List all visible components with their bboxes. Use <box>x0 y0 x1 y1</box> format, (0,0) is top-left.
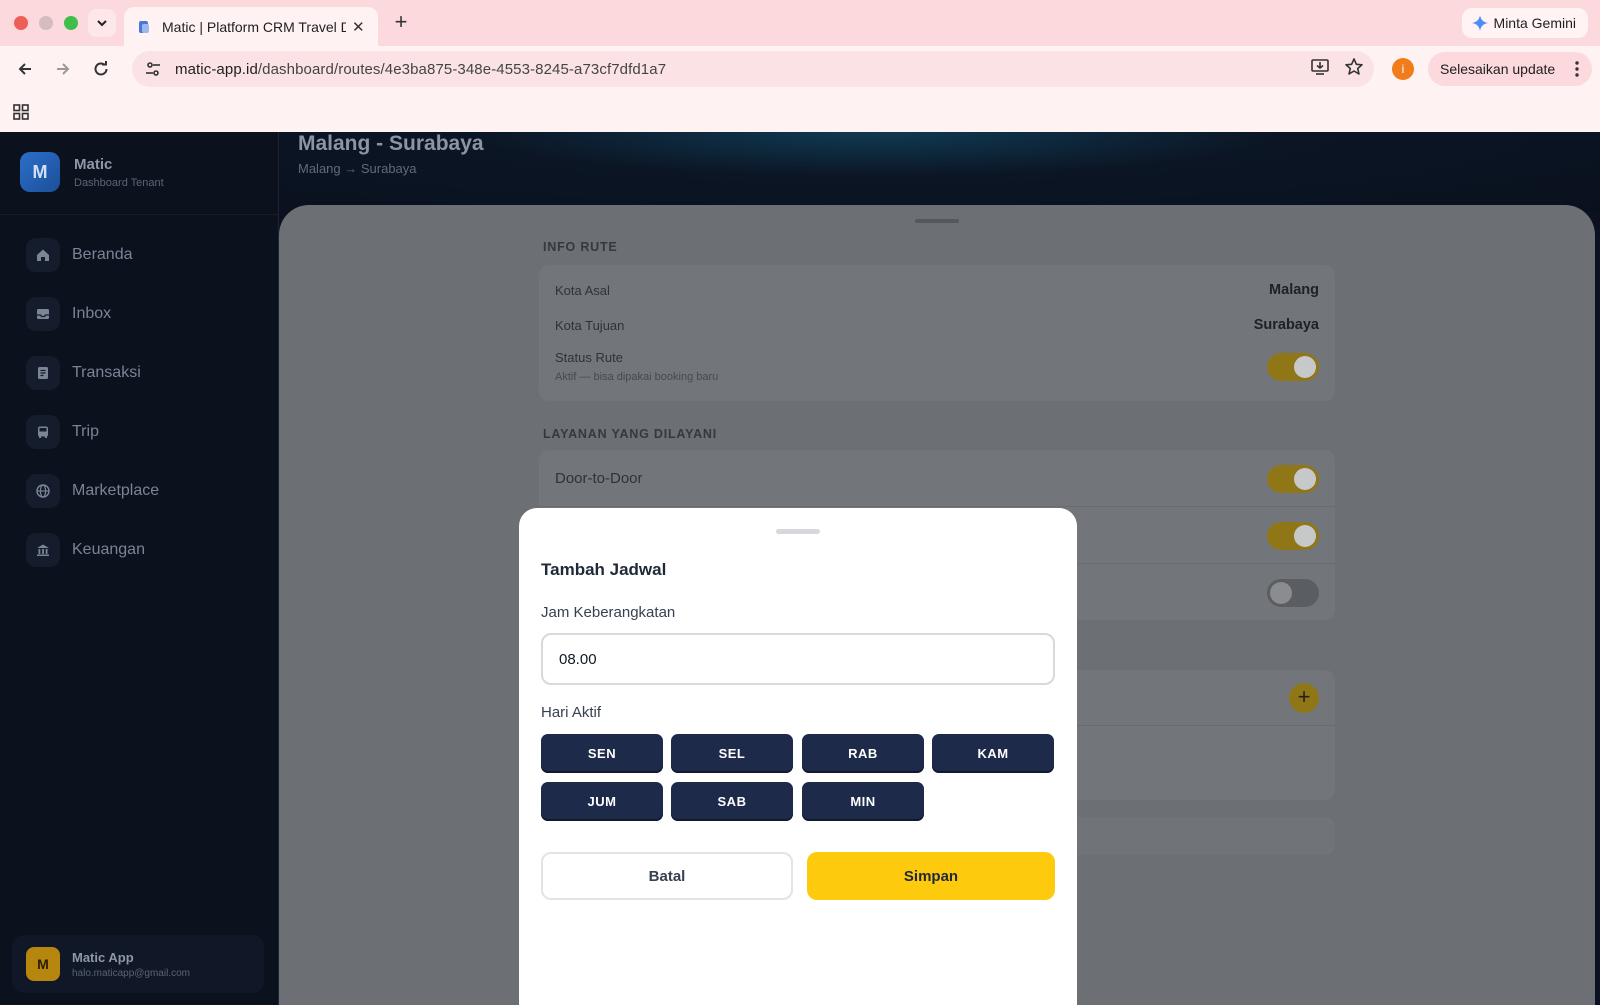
address-bar[interactable]: matic-app.id/dashboard/routes/4e3ba875-3… <box>132 51 1374 87</box>
sidebar-item-inbox[interactable]: Inbox <box>26 297 111 331</box>
gemini-sparkle-icon <box>1471 15 1488 31</box>
brand-logo: M <box>20 152 60 192</box>
site-settings-icon[interactable] <box>144 60 162 78</box>
browser-toolbar: matic-app.id/dashboard/routes/4e3ba875-3… <box>0 46 1600 92</box>
status-rute-hint: Aktif — bisa dipakai booking baru <box>555 371 719 383</box>
day-toggle-rab[interactable]: RAB <box>802 734 924 773</box>
service-door-to-door-label: Door-to-Door <box>555 470 643 487</box>
bus-icon <box>26 415 60 449</box>
bookmarks-bar <box>0 92 1600 132</box>
gemini-label: Minta Gemini <box>1493 15 1576 31</box>
save-button[interactable]: Simpan <box>807 852 1055 900</box>
arrow-left-icon <box>18 63 31 75</box>
day-toggle-kam[interactable]: KAM <box>932 734 1054 773</box>
chevron-down-icon <box>97 20 107 27</box>
tab-search-button[interactable] <box>88 9 116 37</box>
service-toggle-1[interactable] <box>1267 465 1319 493</box>
day-toggle-sen[interactable]: SEN <box>541 734 663 773</box>
row-divider <box>539 506 1335 507</box>
avatar: M <box>26 947 60 981</box>
day-toggle-sel[interactable]: SEL <box>671 734 793 773</box>
add-schedule-modal: Tambah Jadwal Jam Keberangkatan Hari Akt… <box>519 508 1077 1005</box>
brand-subtitle: Dashboard Tenant <box>74 176 164 189</box>
inbox-icon <box>26 297 60 331</box>
modal-drag-handle[interactable] <box>776 529 820 534</box>
sidebar: M Matic Dashboard Tenant Beranda Inbox T… <box>0 132 279 1005</box>
day-toggle-min[interactable]: MIN <box>802 782 924 821</box>
departure-time-input[interactable] <box>541 633 1055 685</box>
section-title-info-rute: INFO RUTE <box>543 240 618 254</box>
sidebar-item-label: Inbox <box>72 305 112 322</box>
tab-title: Matic | Platform CRM Travel D <box>162 18 346 35</box>
gemini-button[interactable]: Minta Gemini <box>1461 8 1588 38</box>
sidebar-item-label: Keuangan <box>72 541 145 558</box>
sidebar-item-label: Marketplace <box>72 482 160 499</box>
close-window-button[interactable] <box>14 16 28 30</box>
service-toggle-3[interactable] <box>1267 579 1319 607</box>
sidebar-item-transaksi[interactable]: Transaksi <box>26 356 141 390</box>
kota-asal-label: Kota Asal <box>555 283 610 298</box>
update-button[interactable]: Selesaikan update <box>1428 52 1592 86</box>
browser-tab-bar: Matic | Platform CRM Travel D ✕ + Minta … <box>0 0 1600 46</box>
sidebar-item-trip[interactable]: Trip <box>26 415 99 449</box>
profile-avatar-icon[interactable]: i <box>1392 58 1414 80</box>
back-button[interactable] <box>11 55 39 83</box>
info-rute-card: Kota Asal Malang Kota Tujuan Surabaya St… <box>539 265 1335 401</box>
sidebar-item-beranda[interactable]: Beranda <box>26 238 133 272</box>
globe-icon <box>26 474 60 508</box>
user-email: halo.maticapp@gmail.com <box>72 967 190 979</box>
day-toggle-jum[interactable]: JUM <box>541 782 663 821</box>
site-favicon-icon <box>136 19 152 35</box>
install-app-icon[interactable] <box>1310 57 1330 77</box>
url-text: matic-app.id/dashboard/routes/4e3ba875-3… <box>175 60 667 78</box>
tab-close-icon[interactable]: ✕ <box>352 18 365 36</box>
kota-tujuan-label: Kota Tujuan <box>555 318 625 333</box>
sheet-drag-handle[interactable] <box>915 219 959 223</box>
receipt-icon <box>26 356 60 390</box>
modal-title: Tambah Jadwal <box>541 560 667 579</box>
home-icon <box>26 238 60 272</box>
new-tab-button[interactable]: + <box>388 10 414 36</box>
kota-tujuan-value: Surabaya <box>1253 317 1319 333</box>
sidebar-item-keuangan[interactable]: Keuangan <box>26 533 145 567</box>
breadcrumb: Malang → Surabaya <box>298 161 417 176</box>
page-title: Malang - Surabaya <box>298 132 484 155</box>
add-schedule-button[interactable]: + <box>1289 683 1319 713</box>
brand-name: Matic <box>74 155 113 173</box>
bookmark-star-icon[interactable] <box>1344 57 1364 77</box>
app-viewport: M Matic Dashboard Tenant Beranda Inbox T… <box>0 132 1600 1005</box>
day-toggle-sab[interactable]: SAB <box>671 782 793 821</box>
reload-button[interactable] <box>87 55 115 83</box>
reload-icon <box>94 61 108 76</box>
kota-asal-value: Malang <box>1269 282 1319 298</box>
apps-grid-icon[interactable] <box>12 103 30 121</box>
cancel-button[interactable]: Batal <box>541 852 793 900</box>
user-name: Matic App <box>72 949 134 965</box>
user-profile-card[interactable]: M Matic App halo.maticapp@gmail.com <box>12 935 264 993</box>
page-header: Malang - Surabaya Malang → Surabaya <box>280 132 1600 212</box>
status-rute-label: Status Rute <box>555 350 623 365</box>
update-label: Selesaikan update <box>1440 61 1556 77</box>
sidebar-item-label: Transaksi <box>72 364 141 381</box>
browser-tab-active[interactable]: Matic | Platform CRM Travel D ✕ <box>124 7 378 46</box>
bank-icon <box>26 533 60 567</box>
departure-time-label: Jam Keberangkatan <box>541 604 676 621</box>
sidebar-item-label: Trip <box>72 423 99 440</box>
active-days-label: Hari Aktif <box>541 704 602 721</box>
sidebar-item-marketplace[interactable]: Marketplace <box>26 474 159 508</box>
forward-button[interactable] <box>49 55 77 83</box>
arrow-right-icon <box>57 63 70 75</box>
more-vert-icon <box>1575 61 1579 77</box>
section-title-layanan: LAYANAN YANG DILAYANI <box>543 427 718 441</box>
status-rute-toggle[interactable] <box>1267 353 1319 381</box>
brand: M Matic Dashboard Tenant <box>20 152 164 192</box>
sidebar-item-label: Beranda <box>72 246 133 263</box>
maximize-window-button[interactable] <box>64 16 78 30</box>
minimize-window-button[interactable] <box>39 16 53 30</box>
service-toggle-2[interactable] <box>1267 522 1319 550</box>
sidebar-divider <box>0 214 279 215</box>
